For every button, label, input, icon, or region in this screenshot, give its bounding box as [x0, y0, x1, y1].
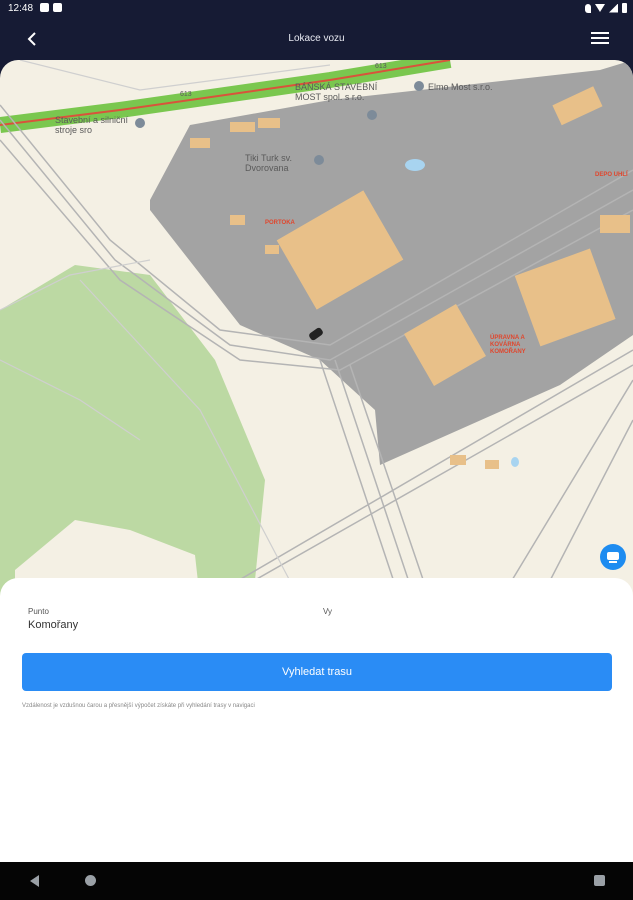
signal-icon: [609, 3, 618, 13]
traffic-icon: [607, 552, 619, 563]
building-8: [230, 215, 245, 225]
notification-app-icon: [40, 3, 49, 12]
water-small: [511, 457, 519, 467]
location-icon: [585, 3, 591, 13]
status-bar: 12:48: [0, 0, 633, 18]
road-label: 613: [180, 91, 192, 98]
water-pond: [405, 159, 425, 171]
nav-recents-icon[interactable]: [594, 875, 605, 886]
status-time: 12:48: [8, 3, 34, 14]
place-pin-icon: [135, 118, 145, 128]
building-5: [230, 122, 255, 132]
place-label: Tiki Turk sv. Dvorovana: [245, 153, 292, 173]
place-pin-icon: [314, 155, 324, 165]
menu-button[interactable]: [591, 30, 609, 46]
place-label-red: DEPO UHLÍ: [595, 172, 628, 178]
map-canvas: [0, 60, 633, 600]
notification-file-icon: [53, 3, 62, 12]
status-notification-icons: [40, 3, 62, 12]
traffic-button[interactable]: [600, 544, 626, 570]
from-label: Punto: [28, 607, 49, 616]
route-panel: Punto Komořany Vy Vyhledat trasu Vzdálen…: [0, 578, 633, 862]
place-label: BÁŇSKÁ STAVEBNÍ MOST spol. s r.o.: [295, 82, 378, 102]
status-system-icons: [585, 3, 627, 13]
app-header: Lokace vozu: [0, 18, 633, 60]
place-pin-icon: [367, 110, 377, 120]
place-label: Stavební a silniční stroje sro: [55, 115, 129, 135]
place-pin-icon: [414, 81, 424, 91]
building-6: [258, 118, 280, 128]
map-view[interactable]: 613 613 Stavební a silniční stroje sro B…: [0, 60, 633, 600]
building-9: [265, 245, 279, 254]
from-field[interactable]: Komořany: [28, 619, 78, 631]
building-7: [190, 138, 210, 148]
place-label: Elmo Most s.r.o.: [428, 82, 493, 92]
battery-icon: [622, 3, 627, 13]
building-12: [600, 215, 630, 233]
nav-home-icon[interactable]: [85, 875, 96, 886]
search-route-button[interactable]: Vyhledat trasu: [22, 653, 612, 691]
road-label: 613: [375, 63, 387, 70]
building-10: [450, 455, 466, 465]
page-title: Lokace vozu: [288, 33, 345, 44]
building-11: [485, 460, 499, 469]
hamburger-menu-icon: [591, 32, 609, 34]
distance-note: Vzdálenost je vzdušnou čarou a přesnější…: [22, 703, 255, 709]
nav-back-icon[interactable]: [30, 875, 39, 887]
system-nav-bar: [0, 862, 633, 900]
place-label-red: ÚPRAVNA A KOVÁRNA KOMOŘANY: [490, 335, 526, 355]
to-label: Vy: [323, 607, 333, 616]
wifi-icon: [595, 4, 605, 12]
place-label: PORTOKA: [265, 220, 295, 226]
